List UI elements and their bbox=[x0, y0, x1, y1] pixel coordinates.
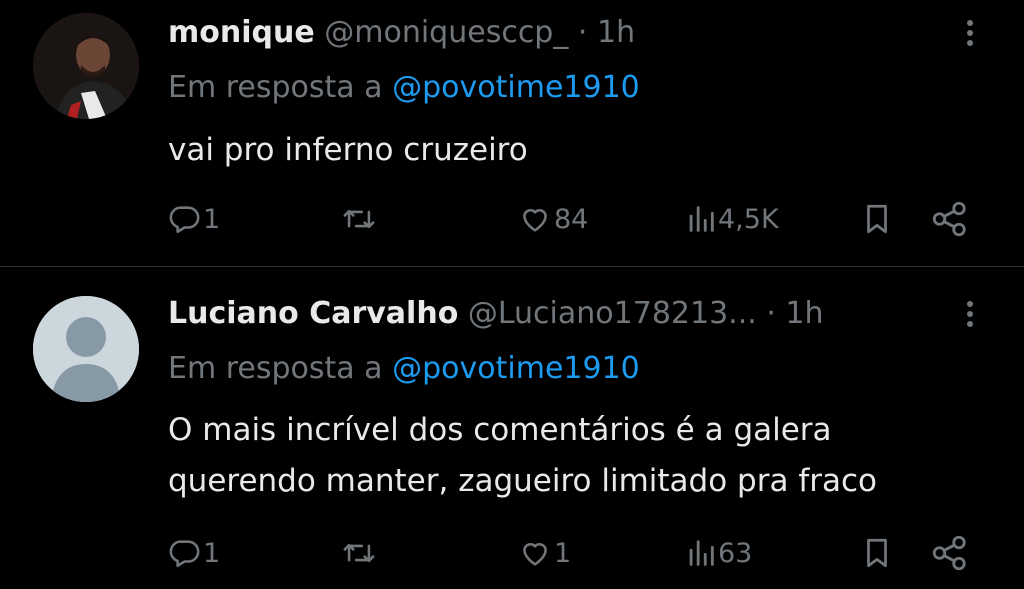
user-handle[interactable]: @moniquesccp_ bbox=[324, 15, 568, 50]
tweet-header: monique @moniquesccp_ · 1h bbox=[168, 13, 635, 53]
bookmark-icon bbox=[867, 538, 887, 568]
timestamp[interactable]: · 1h bbox=[578, 15, 635, 50]
share-icon bbox=[932, 201, 966, 237]
reply-icon bbox=[169, 540, 200, 568]
reply-icon bbox=[169, 206, 200, 234]
display-name[interactable]: Luciano Carvalho bbox=[168, 296, 458, 331]
views-icon bbox=[689, 540, 714, 566]
tweet-text: vai pro inferno cruzeiro bbox=[168, 132, 528, 168]
like-count: 1 bbox=[554, 537, 572, 569]
avatar[interactable] bbox=[33, 13, 139, 119]
tweet[interactable]: Luciano Carvalho @Luciano178213... · 1h … bbox=[0, 267, 1024, 589]
timestamp[interactable]: · 1h bbox=[766, 296, 823, 331]
like-button[interactable]: 1 bbox=[518, 531, 571, 575]
bookmark-button[interactable] bbox=[860, 197, 894, 241]
avatar[interactable] bbox=[33, 296, 139, 402]
share-button[interactable] bbox=[930, 197, 970, 241]
tweet-text: O mais incrível dos comentários é a gale… bbox=[168, 405, 988, 507]
reply-mention-link[interactable]: @povotime1910 bbox=[392, 351, 640, 386]
reply-count: 1 bbox=[203, 203, 221, 235]
bookmark-icon bbox=[867, 204, 887, 234]
like-button[interactable]: 84 bbox=[518, 197, 588, 241]
tweet-header: Luciano Carvalho @Luciano178213... · 1h bbox=[168, 294, 824, 334]
tweet-text-line: O mais incrível dos comentários é a gale… bbox=[168, 412, 832, 448]
more-options-icon[interactable] bbox=[958, 13, 982, 53]
reply-count: 1 bbox=[203, 537, 221, 569]
bookmark-button[interactable] bbox=[860, 531, 894, 575]
reply-button[interactable]: 1 bbox=[167, 197, 220, 241]
reply-mention-link[interactable]: @povotime1910 bbox=[392, 70, 640, 105]
display-name[interactable]: monique bbox=[168, 15, 315, 50]
heart-icon bbox=[523, 543, 547, 566]
retweet-icon bbox=[343, 209, 375, 229]
retweet-icon bbox=[343, 543, 375, 563]
action-bar: 1 1 63 bbox=[0, 531, 1024, 575]
views-count: 4,5K bbox=[718, 203, 779, 235]
retweet-button[interactable] bbox=[340, 531, 378, 575]
reply-prefix: Em resposta a bbox=[168, 70, 383, 105]
reply-prefix: Em resposta a bbox=[168, 351, 383, 386]
tweet[interactable]: monique @moniquesccp_ · 1h Em resposta a… bbox=[0, 0, 1024, 266]
reply-button[interactable]: 1 bbox=[167, 531, 220, 575]
like-count: 84 bbox=[554, 203, 589, 235]
views-button[interactable]: 4,5K bbox=[686, 197, 779, 241]
more-options-icon[interactable] bbox=[958, 294, 982, 334]
views-count: 63 bbox=[718, 537, 753, 569]
views-icon bbox=[689, 206, 714, 232]
action-bar: 1 84 4,5K bbox=[0, 197, 1024, 241]
reply-context: Em resposta a @povotime1910 bbox=[168, 68, 640, 108]
share-icon bbox=[932, 535, 966, 571]
heart-icon bbox=[523, 209, 547, 232]
views-button[interactable]: 63 bbox=[686, 531, 752, 575]
user-handle[interactable]: @Luciano178213... bbox=[468, 296, 757, 331]
share-button[interactable] bbox=[930, 531, 970, 575]
retweet-button[interactable] bbox=[340, 197, 378, 241]
reply-context: Em resposta a @povotime1910 bbox=[168, 349, 640, 389]
tweet-text-line: querendo manter, zagueiro limitado pra f… bbox=[168, 463, 877, 499]
